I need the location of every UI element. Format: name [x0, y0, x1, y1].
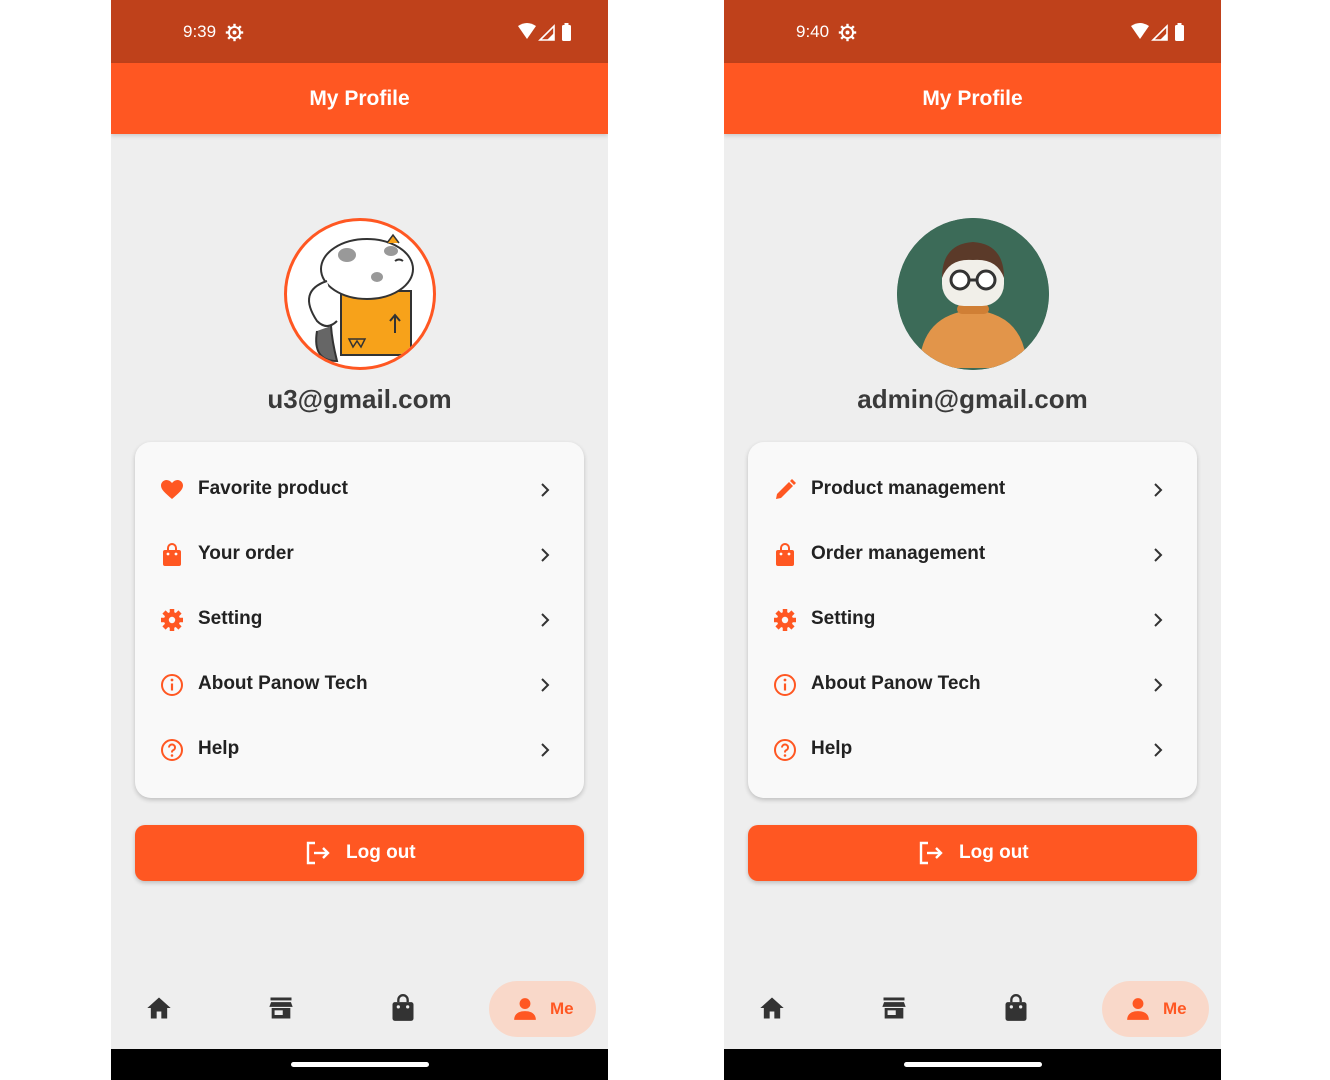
chevron-right-icon	[541, 548, 550, 562]
admin-profile-screen: 9:40 My Profile admin@gmail.com Product …	[724, 0, 1221, 1080]
nav-tab-label: Me	[550, 999, 574, 1018]
status-time: 9:40	[796, 22, 830, 41]
logout-icon	[919, 841, 943, 865]
logout-button[interactable]: Log out	[748, 825, 1197, 881]
chevron-right-icon	[1154, 548, 1163, 562]
person-icon	[514, 998, 536, 1020]
profile-email: u3@gmail.com	[267, 384, 452, 414]
chevron-right-icon	[1154, 483, 1163, 497]
status-bar: 9:39	[111, 0, 608, 63]
chevron-right-icon	[1154, 613, 1163, 627]
status-bar: 9:40	[724, 0, 1221, 63]
logout-button[interactable]: Log out	[135, 825, 584, 881]
wifi-signal-battery-icon	[518, 23, 571, 41]
menu-item-label: Order management	[811, 543, 986, 564]
home-icon[interactable]	[758, 994, 786, 1022]
menu-item-setting[interactable]: Setting	[135, 588, 584, 653]
menu-item-help[interactable]: Help	[748, 718, 1197, 783]
nav-tab-me[interactable]: Me	[489, 981, 596, 1037]
menu-item-help[interactable]: Help	[135, 718, 584, 783]
menu-item-label: Help	[811, 738, 853, 759]
menu-item-product-management[interactable]: Product management	[748, 458, 1197, 523]
chevron-right-icon	[541, 483, 550, 497]
chevron-right-icon	[541, 613, 550, 627]
chevron-right-icon	[1154, 743, 1163, 757]
settings-status-icon	[838, 23, 857, 42]
gear-icon	[774, 609, 796, 631]
nav-tab-me[interactable]: Me	[1102, 981, 1209, 1037]
nav-tab-label: Me	[1163, 999, 1187, 1018]
gesture-navigation-bar	[111, 1049, 608, 1080]
home-gesture-handle[interactable]	[904, 1062, 1042, 1067]
menu-item-label: Your order	[198, 543, 294, 564]
person-with-glasses-avatar[interactable]	[897, 218, 1049, 370]
shopping-bag-icon	[163, 543, 181, 566]
cat-in-box-avatar[interactable]	[284, 218, 436, 370]
chevron-right-icon	[1154, 678, 1163, 692]
logout-label: Log out	[346, 842, 416, 863]
menu-item-label: Setting	[198, 608, 263, 629]
menu-item-label: Product management	[811, 478, 1006, 499]
menu-item-label: Favorite product	[198, 478, 348, 499]
home-gesture-handle[interactable]	[291, 1062, 429, 1067]
gear-icon	[161, 609, 183, 631]
menu-item-label: About Panow Tech	[811, 673, 981, 694]
menu-item-label: Help	[198, 738, 240, 759]
menu-item-your-order[interactable]: Your order	[135, 523, 584, 588]
app-bar-title: My Profile	[111, 63, 608, 134]
logout-label: Log out	[959, 842, 1029, 863]
store-icon[interactable]	[880, 994, 908, 1022]
menu-item-order-management[interactable]: Order management	[748, 523, 1197, 588]
menu-item-setting[interactable]: Setting	[748, 588, 1197, 653]
pencil-icon	[776, 479, 796, 499]
gesture-navigation-bar	[724, 1049, 1221, 1080]
menu-item-label: Setting	[811, 608, 876, 629]
shopping-bag-nav-icon[interactable]	[389, 994, 417, 1022]
status-time: 9:39	[183, 22, 217, 41]
profile-menu: Favorite product Your order Setting Abou…	[135, 442, 584, 798]
wifi-signal-battery-icon	[1131, 23, 1184, 41]
menu-item-favorite-product[interactable]: Favorite product	[135, 458, 584, 523]
help-icon	[161, 739, 183, 761]
menu-item-label: About Panow Tech	[198, 673, 368, 694]
shopping-bag-icon	[776, 543, 794, 566]
shopping-bag-nav-icon[interactable]	[1002, 994, 1030, 1022]
logout-icon	[306, 841, 330, 865]
profile-menu: Product management Order management Sett…	[748, 442, 1197, 798]
menu-item-about[interactable]: About Panow Tech	[135, 653, 584, 718]
user-profile-screen: 9:39 My Profile u3@gmail.com Favorite pr…	[111, 0, 608, 1080]
profile-email: admin@gmail.com	[857, 384, 1088, 414]
settings-status-icon	[225, 23, 244, 42]
chevron-right-icon	[541, 743, 550, 757]
store-icon[interactable]	[267, 994, 295, 1022]
home-icon[interactable]	[145, 994, 173, 1022]
menu-item-about[interactable]: About Panow Tech	[748, 653, 1197, 718]
info-icon	[161, 674, 183, 696]
chevron-right-icon	[541, 678, 550, 692]
info-icon	[774, 674, 796, 696]
help-icon	[774, 739, 796, 761]
app-bar-title: My Profile	[724, 63, 1221, 134]
person-icon	[1127, 998, 1149, 1020]
heart-icon	[161, 480, 183, 499]
